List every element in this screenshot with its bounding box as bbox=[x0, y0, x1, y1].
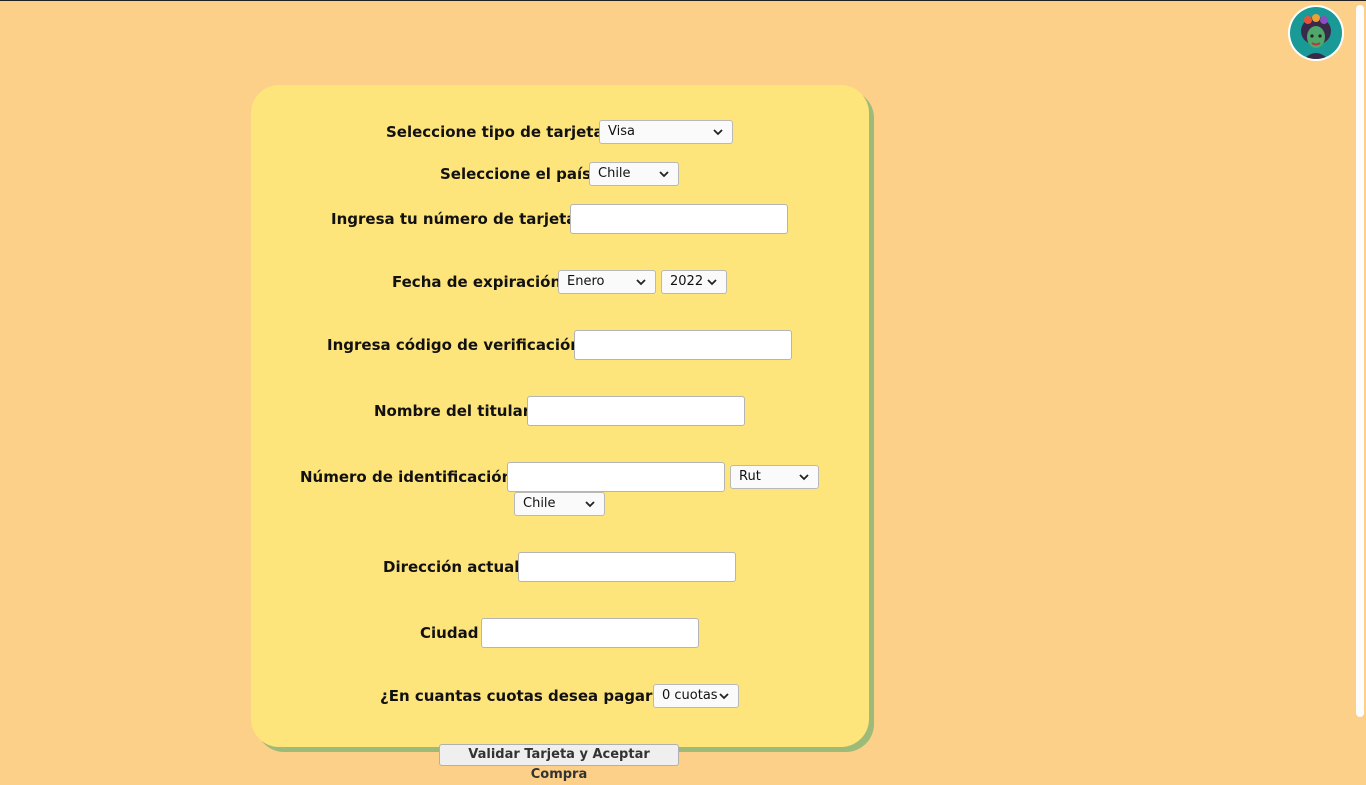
id-country-value: Chile bbox=[523, 496, 556, 511]
card-number-input[interactable] bbox=[570, 204, 788, 234]
expiration-month-value: Enero bbox=[567, 274, 605, 289]
id-number-input[interactable] bbox=[507, 462, 725, 492]
chevron-down-icon bbox=[799, 474, 809, 481]
chevron-down-icon bbox=[659, 171, 669, 178]
id-type-value: Rut bbox=[739, 469, 761, 484]
row-holder-name: Nombre del titular bbox=[251, 396, 869, 426]
payment-form-card: Seleccione tipo de tarjeta Visa Seleccio… bbox=[251, 85, 869, 747]
expiration-month-select[interactable]: Enero bbox=[558, 270, 656, 294]
row-id-country: Chile bbox=[251, 489, 869, 519]
city-input[interactable] bbox=[481, 618, 699, 648]
holder-name-label: Nombre del titular bbox=[374, 402, 531, 420]
id-number-label: Número de identificación bbox=[300, 468, 513, 486]
country-label: Seleccione el país bbox=[440, 165, 592, 183]
card-type-value: Visa bbox=[608, 124, 635, 139]
card-type-label: Seleccione tipo de tarjeta bbox=[386, 123, 604, 141]
city-label: Ciudad bbox=[420, 624, 479, 642]
chevron-down-icon bbox=[585, 501, 595, 508]
expiration-year-value: 2022 bbox=[670, 274, 704, 289]
row-city: Ciudad bbox=[251, 618, 869, 648]
row-id-number: Número de identificación Rut bbox=[251, 462, 869, 492]
id-type-select[interactable]: Rut bbox=[730, 465, 819, 489]
scrollbar-track[interactable] bbox=[1354, 1, 1366, 769]
cvv-input[interactable] bbox=[574, 330, 792, 360]
card-number-label: Ingresa tu número de tarjeta bbox=[331, 210, 577, 228]
row-card-type: Seleccione tipo de tarjeta Visa bbox=[251, 117, 869, 147]
user-avatar[interactable] bbox=[1288, 5, 1344, 61]
cvv-label: Ingresa código de verificación bbox=[327, 336, 581, 354]
id-country-select[interactable]: Chile bbox=[514, 492, 605, 516]
installments-select[interactable]: 0 cuotas bbox=[653, 684, 739, 708]
chevron-down-icon bbox=[719, 693, 729, 700]
submit-button[interactable]: Validar Tarjeta y Aceptar Compra bbox=[439, 744, 679, 782]
holder-name-input[interactable] bbox=[527, 396, 745, 426]
card-type-select[interactable]: Visa bbox=[599, 120, 733, 144]
row-address: Dirección actual bbox=[251, 552, 869, 582]
expiration-year-select[interactable]: 2022 bbox=[661, 270, 727, 294]
address-label: Dirección actual bbox=[383, 558, 520, 576]
installments-label: ¿En cuantas cuotas desea pagar? bbox=[380, 687, 662, 705]
row-country: Seleccione el país Chile bbox=[251, 159, 869, 189]
row-installments: ¿En cuantas cuotas desea pagar? 0 cuotas bbox=[251, 681, 869, 711]
country-select[interactable]: Chile bbox=[589, 162, 679, 186]
installments-value: 0 cuotas bbox=[662, 688, 718, 703]
expiration-label: Fecha de expiración bbox=[392, 273, 562, 291]
chevron-down-icon bbox=[713, 129, 723, 136]
address-input[interactable] bbox=[518, 552, 736, 582]
avatar-icon bbox=[1290, 7, 1342, 59]
scrollbar-thumb[interactable] bbox=[1356, 5, 1364, 717]
chevron-down-icon bbox=[636, 279, 646, 286]
row-card-number: Ingresa tu número de tarjeta bbox=[251, 204, 869, 234]
row-cvv: Ingresa código de verificación bbox=[251, 330, 869, 360]
chevron-down-icon bbox=[707, 279, 717, 286]
country-value: Chile bbox=[598, 166, 631, 181]
row-expiration: Fecha de expiración Enero 2022 bbox=[251, 267, 869, 297]
